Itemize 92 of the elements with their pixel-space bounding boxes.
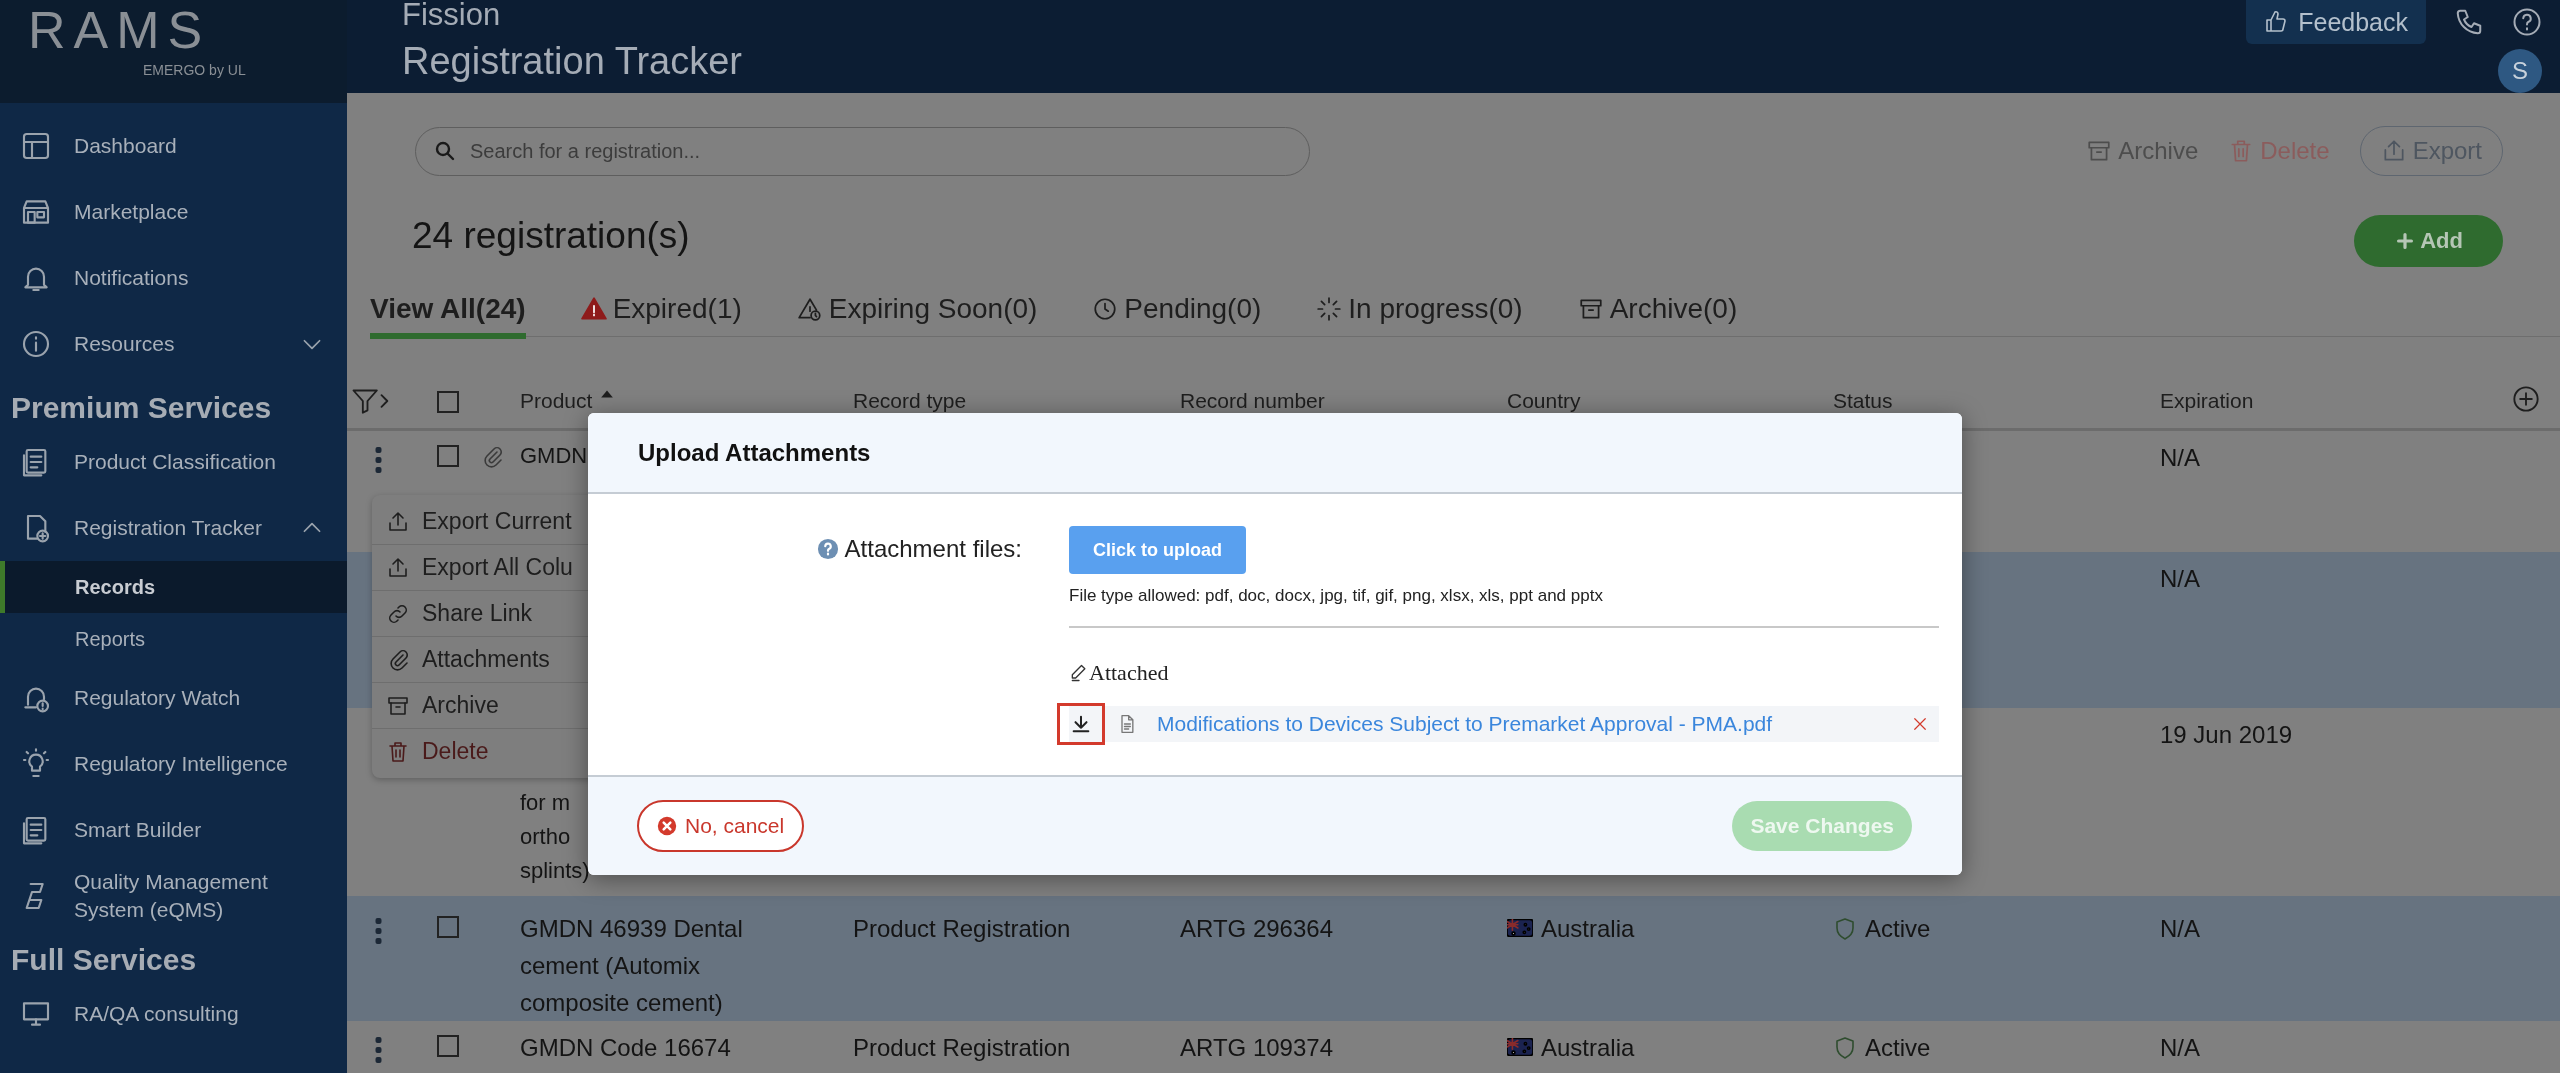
nav-icon (20, 328, 52, 360)
spinner-icon (1316, 295, 1343, 322)
flag-icon (1507, 919, 1533, 937)
field-label: Attachment files: (844, 535, 1022, 563)
feedback-button[interactable]: Feedback (2246, 0, 2426, 44)
file-link[interactable]: Modifications to Devices Subject to Premarket Approval - PMA.pdf (1157, 712, 1899, 736)
dialog-title: Upload Attachments (638, 438, 871, 467)
add-column-icon[interactable] (2512, 384, 2540, 413)
close-circle-icon (657, 816, 677, 836)
table-cell-text: Product Registration (853, 1033, 1071, 1063)
sidebar-item[interactable]: Notifications (0, 245, 347, 311)
sidebar-item[interactable]: Product Classification (0, 429, 347, 495)
table-cell-text: ARTG 296364 (1180, 914, 1333, 944)
kebab-menu-icon[interactable] (374, 917, 383, 945)
shield-icon (1833, 916, 1857, 942)
search-field[interactable]: Search for a registration... (415, 126, 1310, 176)
sidebar-item[interactable]: Quality Management System (eQMS) (0, 863, 347, 929)
sidebar-item[interactable]: Marketplace (0, 179, 347, 245)
remove-icon[interactable] (1911, 715, 1929, 733)
sidebar-item[interactable]: RA/QA consulting (0, 981, 347, 1047)
nav-icon (20, 748, 52, 780)
organization-name: Fission (402, 0, 502, 32)
column-header[interactable]: Expiration (2160, 388, 2500, 413)
filter-tab[interactable]: Expiring Soon(0) (796, 284, 1038, 339)
trash-icon (386, 739, 410, 764)
table-cell-text: GMDN (520, 442, 588, 470)
filter-tab[interactable]: Expired(1) (580, 284, 742, 339)
table-cell-text: ARTG 109374 (1180, 1033, 1333, 1063)
sidebar-item[interactable]: Resources (0, 311, 347, 377)
column-header[interactable]: Product (520, 388, 853, 413)
nav-icon (20, 130, 52, 162)
table-cell-text: GMDN 46939 Dental cement (Automix composite cement) (520, 914, 744, 1018)
table-cell-text: Product Registration (853, 914, 1071, 944)
row-checkbox[interactable] (437, 916, 459, 938)
table-cell-text: N/A (2160, 914, 2200, 944)
filter-tab[interactable]: In progress(0) (1316, 284, 1523, 339)
table-cell-text: Active (1865, 1033, 1931, 1063)
archive-icon (2086, 138, 2113, 164)
sidebar-item[interactable]: Smart Builder (0, 797, 347, 863)
row-checkbox[interactable] (437, 1035, 459, 1057)
file-type-hint: File type allowed: pdf, doc, docx, jpg, tif, gif, png, xlsx, xls, ppt and pptx (1069, 586, 1603, 606)
section-heading: Full Services (10, 942, 198, 978)
filter-tab[interactable]: Archive(0) (1577, 284, 1738, 339)
warning-icon (580, 295, 607, 322)
column-header[interactable]: Country (1507, 388, 1833, 413)
download-icon (1070, 713, 1092, 735)
help-icon[interactable] (2512, 7, 2542, 37)
row-checkbox[interactable] (437, 445, 459, 467)
phone-icon[interactable] (2454, 7, 2484, 37)
kebab-menu-icon[interactable] (374, 446, 383, 474)
clock-icon (1092, 295, 1119, 322)
flag-icon (1507, 1038, 1533, 1056)
shield-icon (1833, 1035, 1857, 1061)
thumbs-up-icon (2264, 10, 2289, 34)
filter-tab[interactable]: Pending(0) (1092, 284, 1262, 339)
filter-tab[interactable]: View All(24) (370, 284, 526, 339)
help-icon (816, 538, 839, 560)
user-avatar[interactable]: S (2498, 49, 2542, 93)
logo-tagline: EMERGO by UL (143, 62, 247, 78)
upload-icon (386, 555, 410, 580)
sidebar-subitem[interactable]: Records (0, 561, 347, 613)
record-count: 24 registration(s) (412, 215, 690, 257)
column-header[interactable]: Record type (853, 388, 1180, 413)
select-all-checkbox[interactable] (437, 390, 459, 413)
table-cell-text: Active (1865, 914, 1931, 944)
sidebar-item[interactable]: Registration Tracker (0, 495, 347, 561)
table-cell-text: N/A (2160, 443, 2200, 473)
table-cell-text: 19 Jun 2019 (2160, 720, 2293, 750)
attached-heading: Attached (1089, 660, 1169, 686)
sidebar-item[interactable]: Regulatory Intelligence (0, 731, 347, 797)
table-cell-text: Australia (1541, 1033, 1635, 1063)
section-heading: Premium Services (10, 390, 273, 426)
sidebar-item[interactable]: Regulatory Watch (0, 665, 347, 731)
column-header[interactable]: Record number (1180, 388, 1507, 413)
warning-clock-icon (796, 295, 823, 322)
table-cell-text: N/A (2160, 564, 2200, 594)
upload-button[interactable]: Click to upload (1069, 526, 1246, 574)
page-title: Registration Tracker (402, 39, 742, 84)
kebab-menu-icon[interactable] (374, 1036, 383, 1064)
upload-icon (386, 509, 410, 534)
column-header[interactable]: Status (1833, 388, 2160, 413)
download-button[interactable] (1057, 703, 1105, 745)
cancel-button[interactable]: No, cancel (637, 800, 805, 852)
table-cell-text: GMDN Code 16674 (520, 1033, 731, 1063)
sidebar-item[interactable]: Dashboard (0, 113, 347, 179)
add-button[interactable]: Add (2354, 215, 2503, 267)
logo-wordmark: RAMS (28, 2, 212, 58)
table-cell-text: Australia (1541, 914, 1635, 944)
table-cell-text: N/A (2160, 1033, 2200, 1063)
table-cell-text: for m ortho splints) (520, 789, 590, 885)
menu-item[interactable]: Delete (372, 729, 602, 774)
sidebar-subitem[interactable]: Reports (0, 613, 347, 665)
